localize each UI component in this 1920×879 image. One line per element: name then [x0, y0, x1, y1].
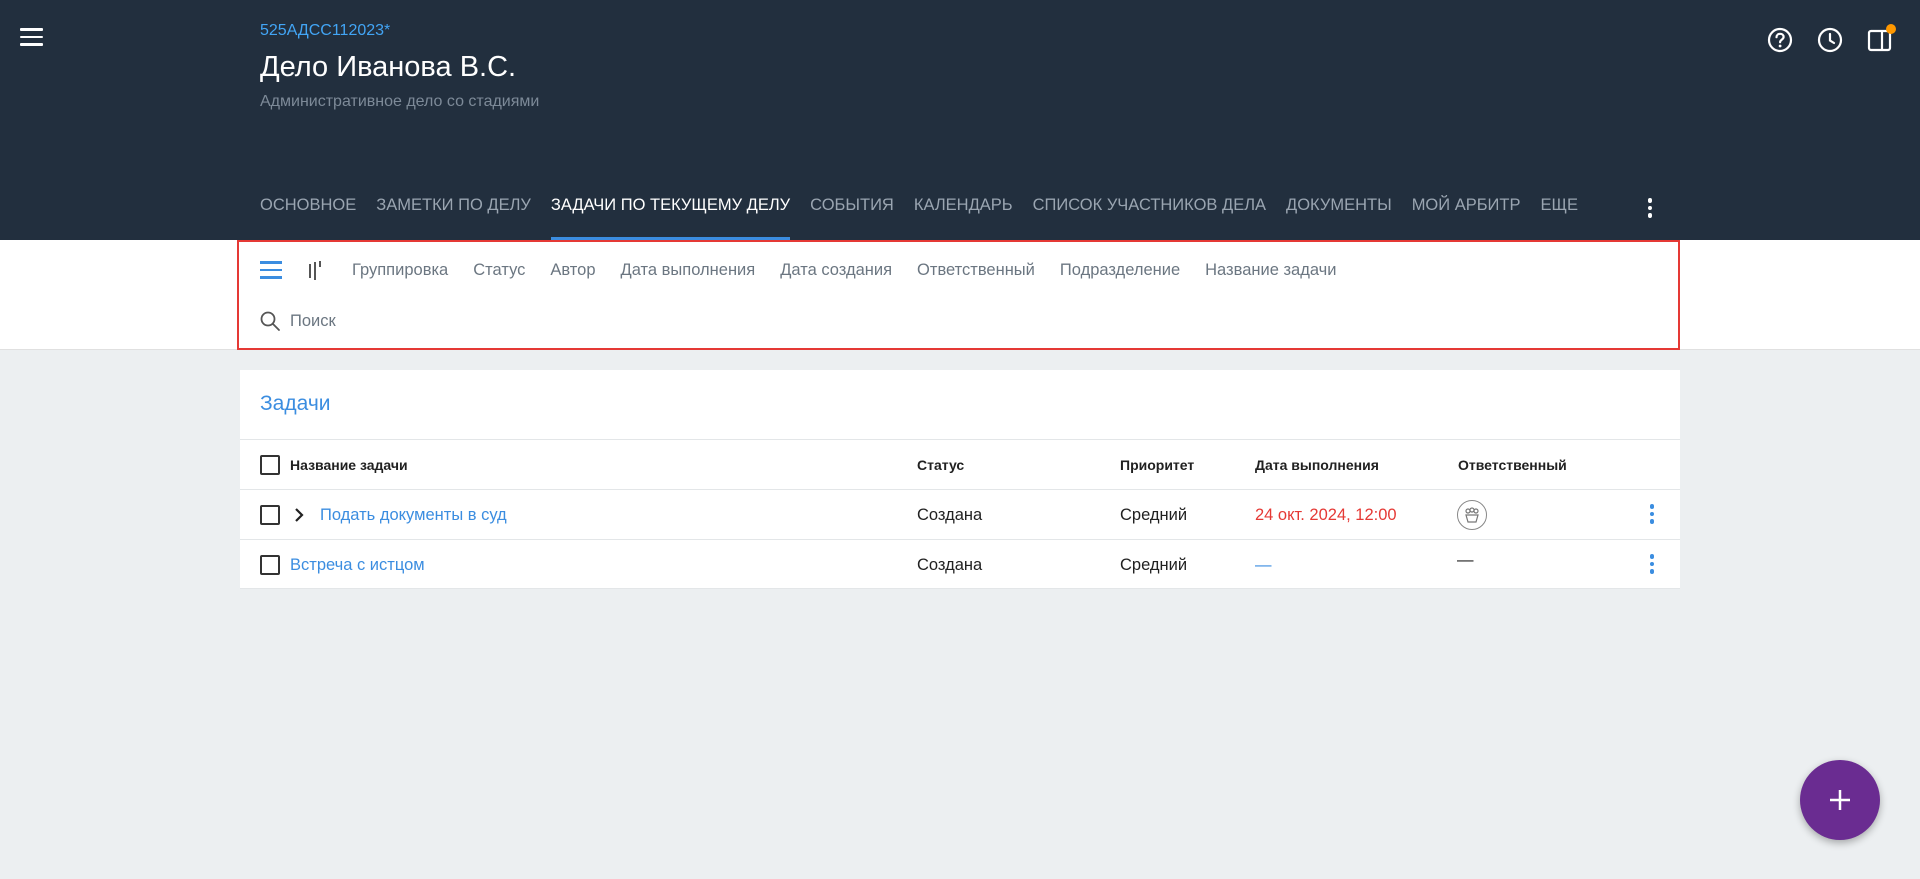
- task-due-date: 24 окт. 2024, 12:00: [1255, 505, 1397, 524]
- filter-created-date[interactable]: Дата создания: [780, 261, 892, 280]
- filter-grouping[interactable]: Группировка: [352, 261, 448, 280]
- group-avatar-icon[interactable]: [1457, 500, 1487, 530]
- column-header-assignee[interactable]: Ответственный: [1458, 440, 1567, 490]
- column-header-name[interactable]: Название задачи: [290, 440, 408, 490]
- search-icon: [260, 311, 280, 331]
- case-tabs: ОСНОВНОЕ ЗАМЕТКИ ПО ДЕЛУ ЗАДАЧИ ПО ТЕКУЩ…: [260, 196, 1598, 240]
- tab-notes[interactable]: ЗАМЕТКИ ПО ДЕЛУ: [376, 196, 531, 240]
- tab-participants[interactable]: СПИСОК УЧАСТНИКОВ ДЕЛА: [1033, 196, 1266, 240]
- page-title: Дело Иванова В.С.: [260, 51, 517, 83]
- task-due-date: —: [1255, 555, 1272, 574]
- list-view-icon[interactable]: [260, 261, 284, 279]
- tab-my-arbitr[interactable]: МОЙ АРБИТР: [1412, 196, 1521, 240]
- search-bar: [258, 308, 890, 334]
- clock-icon[interactable]: [1816, 26, 1844, 54]
- tab-more[interactable]: ЕЩЕ: [1541, 196, 1578, 240]
- filter-task-name[interactable]: Название задачи: [1205, 261, 1336, 280]
- select-all-checkbox[interactable]: [260, 455, 280, 475]
- filter-bar: Группировка Статус Автор Дата выполнения…: [260, 258, 1361, 282]
- assignee-cell: [1457, 490, 1487, 540]
- side-panel-icon[interactable]: [1866, 24, 1896, 54]
- row-more-icon[interactable]: [1646, 554, 1658, 578]
- column-header-due-date[interactable]: Дата выполнения: [1255, 440, 1379, 490]
- notification-dot: [1886, 24, 1896, 34]
- column-header-priority[interactable]: Приоритет: [1120, 440, 1194, 490]
- filter-author[interactable]: Автор: [550, 261, 595, 280]
- menu-icon[interactable]: [20, 28, 46, 50]
- row-more-icon[interactable]: [1646, 504, 1658, 528]
- filter-due-date[interactable]: Дата выполнения: [621, 261, 756, 280]
- row-checkbox[interactable]: [260, 505, 280, 525]
- chevron-right-icon[interactable]: [289, 505, 309, 525]
- filter-assignee[interactable]: Ответственный: [917, 261, 1035, 280]
- more-vert-icon[interactable]: [1640, 198, 1660, 222]
- tab-documents[interactable]: ДОКУМЕНТЫ: [1286, 196, 1392, 240]
- app-header: 525АДСС112023* Дело Иванова В.С. Админис…: [0, 0, 1920, 240]
- card-title: Задачи: [260, 392, 331, 415]
- filter-status[interactable]: Статус: [473, 261, 525, 280]
- table-row[interactable]: Встреча с истцом Создана Средний — —: [240, 539, 1680, 589]
- task-status: Создана: [917, 505, 983, 524]
- task-priority: Средний: [1120, 555, 1188, 574]
- task-status: Создана: [917, 555, 983, 574]
- case-subtitle: Административное дело со стадиями: [260, 93, 540, 110]
- filter-department[interactable]: Подразделение: [1060, 261, 1180, 280]
- table-row[interactable]: Подать документы в суд Создана Средний 2…: [240, 489, 1680, 539]
- tab-calendar[interactable]: КАЛЕНДАРЬ: [914, 196, 1013, 240]
- help-circle-icon[interactable]: [1766, 26, 1794, 54]
- task-name-link[interactable]: Встреча с истцом: [290, 540, 425, 590]
- column-header-status[interactable]: Статус: [917, 440, 964, 490]
- task-assignee: —: [1457, 550, 1474, 569]
- tab-tasks[interactable]: ЗАДАЧИ ПО ТЕКУЩЕМУ ДЕЛУ: [550, 196, 791, 240]
- tab-events[interactable]: СОБЫТИЯ: [810, 196, 894, 240]
- task-name-link[interactable]: Подать документы в суд: [320, 490, 507, 540]
- task-priority: Средний: [1120, 505, 1188, 524]
- plus-icon: [1830, 790, 1850, 810]
- search-input[interactable]: [290, 311, 890, 331]
- add-task-button[interactable]: [1800, 760, 1880, 840]
- row-checkbox[interactable]: [260, 555, 280, 575]
- columns-icon[interactable]: [306, 259, 328, 281]
- case-number[interactable]: 525АДСС112023*: [260, 22, 390, 40]
- table-header-row: Название задачи Статус Приоритет Дата вы…: [240, 439, 1680, 489]
- tab-main[interactable]: ОСНОВНОЕ: [260, 196, 356, 240]
- tasks-card: Задачи Название задачи Статус Приоритет …: [240, 370, 1680, 589]
- tasks-table: Название задачи Статус Приоритет Дата вы…: [240, 439, 1680, 589]
